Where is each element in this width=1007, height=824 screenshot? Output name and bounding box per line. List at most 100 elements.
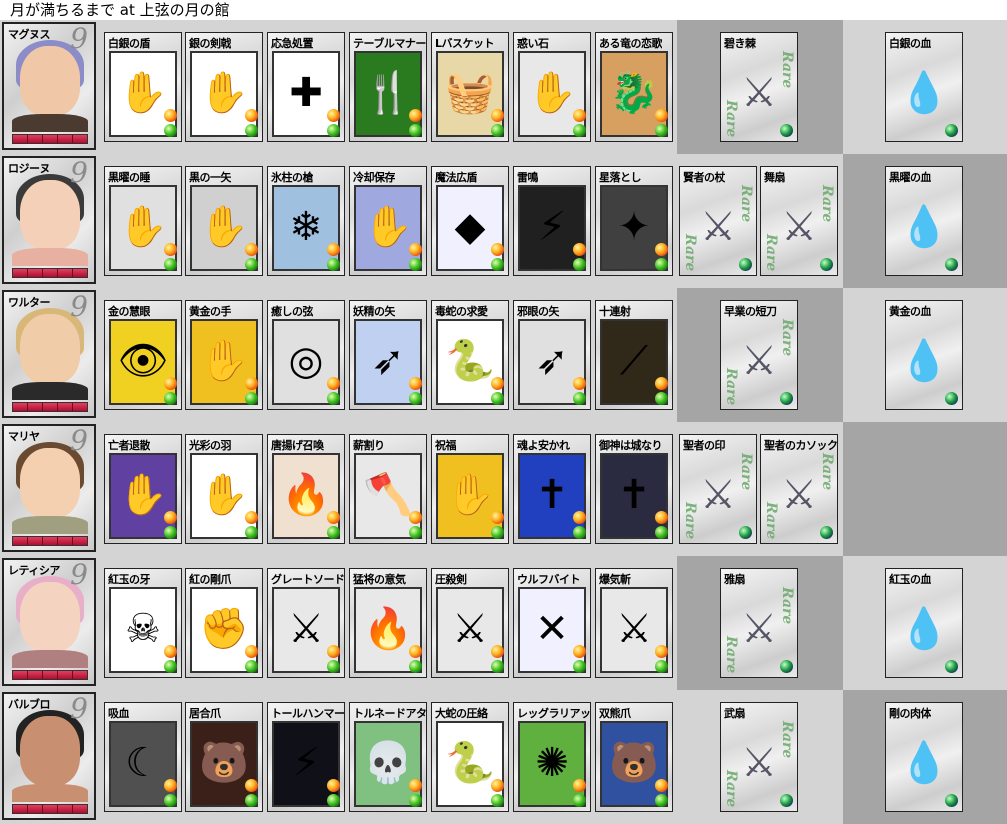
skill-card[interactable]: 双熊爪 🐻 xyxy=(595,702,673,812)
blood-card-name: 白銀の血 xyxy=(889,37,931,50)
skill-card[interactable]: ウルフバイト ✕ xyxy=(513,568,591,678)
blood-card[interactable]: 黒曜の血 💧 xyxy=(885,166,963,276)
orange-gem-icon xyxy=(573,243,586,256)
skill-card[interactable]: 薪割り 🪓 xyxy=(349,434,427,544)
skill-card-name: 薪割り xyxy=(353,439,385,452)
skill-card[interactable]: 氷柱の槍 ❄ xyxy=(267,166,345,276)
skill-card[interactable]: トルネードアタック 💀 xyxy=(349,702,427,812)
hp-bar xyxy=(12,402,88,412)
skill-card-name: 邪眼の矢 xyxy=(517,305,559,318)
skill-card[interactable]: 紅玉の牙 ☠ xyxy=(104,568,182,678)
green-gem-icon xyxy=(327,124,340,137)
skill-card[interactable]: 白銀の盾 ✋ xyxy=(104,32,182,142)
blood-card[interactable]: 黄金の血 💧 xyxy=(885,300,963,410)
green-gem-icon xyxy=(409,392,422,405)
skill-card[interactable]: 十連射 ⟋ xyxy=(595,300,673,410)
skill-card[interactable]: テーブルマナー 🍴 xyxy=(349,32,427,142)
rare-items-section: 聖者の印 Rare Rare ⚔ 聖者のカソック Rare Rare ⚔ xyxy=(677,422,843,556)
skill-art-icon: 👁 xyxy=(117,338,169,384)
green-gem-icon xyxy=(655,526,668,539)
skill-card[interactable]: 黒の一矢 ✋ xyxy=(185,166,263,276)
skill-card[interactable]: 冷却保存 ✋ xyxy=(349,166,427,276)
blood-card-name: 剛の肉体 xyxy=(889,707,931,720)
skill-card-name: 黄金の手 xyxy=(189,305,231,318)
skill-card[interactable]: レッグラリアット ✺ xyxy=(513,702,591,812)
skill-card[interactable]: 居合爪 🐻 xyxy=(185,702,263,812)
blood-card[interactable]: 剛の肉体 💧 xyxy=(885,702,963,812)
character-portrait[interactable]: マグヌス 9 xyxy=(2,22,96,150)
rare-item-card[interactable]: 舞扇 Rare Rare ⚔ xyxy=(760,166,838,276)
rare-item-card[interactable]: 聖者の印 Rare Rare ⚔ xyxy=(679,434,757,544)
rare-item-name: 雅扇 xyxy=(724,573,745,586)
character-portrait[interactable]: マリヤ 9 xyxy=(2,424,96,552)
blood-section xyxy=(843,422,1007,556)
skill-card[interactable]: 惑い石 ✋ xyxy=(513,32,591,142)
skill-card[interactable]: 黄金の手 ✋ xyxy=(185,300,263,410)
skill-art-icon: ⚔ xyxy=(288,606,324,652)
skill-card[interactable]: 爆気斬 ⚔ xyxy=(595,568,673,678)
skill-card[interactable]: トールハンマー ⚡ xyxy=(267,702,345,812)
skill-card[interactable]: 吸血 ☾ xyxy=(104,702,182,812)
rare-item-card[interactable]: 碧き棘 Rare Rare ⚔ xyxy=(720,32,798,142)
skill-card[interactable]: 光彩の羽 ✋ xyxy=(185,434,263,544)
rare-item-card[interactable]: 雅扇 Rare Rare ⚔ xyxy=(720,568,798,678)
skill-card[interactable]: 大蛇の圧絡 🐍 xyxy=(431,702,509,812)
skill-card-name: 惑い石 xyxy=(517,37,549,50)
character-row: レティシア 9 紅玉の牙 ☠ 紅の剛爪 ✊ グレートソード ⚔ 猛将の意気 🔥 xyxy=(0,556,1007,690)
blood-section: 紅玉の血 💧 xyxy=(843,556,1007,690)
skill-card[interactable]: 紅の剛爪 ✊ xyxy=(185,568,263,678)
item-art-icon: ⚔ xyxy=(700,472,736,518)
skill-card[interactable]: ある竜の恋歌 🐉 xyxy=(595,32,673,142)
skill-card[interactable]: 毒蛇の求愛 🐍 xyxy=(431,300,509,410)
skill-card[interactable]: 妖精の矢 ➶ xyxy=(349,300,427,410)
skill-card[interactable]: 銀の剣戟 ✋ xyxy=(185,32,263,142)
skill-card[interactable]: 魂よ安かれ ✝ xyxy=(513,434,591,544)
character-row: バルブロ 9 吸血 ☾ 居合爪 🐻 トールハンマー ⚡ トルネードアタック 💀 xyxy=(0,690,1007,824)
orange-gem-icon xyxy=(409,511,422,524)
skill-card-name: 居合爪 xyxy=(189,707,221,720)
skill-card[interactable]: 魔法広盾 ◆ xyxy=(431,166,509,276)
skill-card-name: 大蛇の圧絡 xyxy=(435,707,488,720)
skill-card[interactable]: 星落とし ✦ xyxy=(595,166,673,276)
skill-card[interactable]: 黒曜の睡 ✋ xyxy=(104,166,182,276)
character-level: 9 xyxy=(70,156,88,189)
orange-gem-icon xyxy=(164,109,177,122)
skill-card[interactable]: 邪眼の矢 ➶ xyxy=(513,300,591,410)
rare-item-card[interactable]: 聖者のカソック Rare Rare ⚔ xyxy=(760,434,838,544)
character-portrait[interactable]: バルブロ 9 xyxy=(2,692,96,820)
blood-gem-icon: 💧 xyxy=(899,70,949,116)
skill-card-name: 双熊爪 xyxy=(599,707,631,720)
skill-card-name: 黒の一矢 xyxy=(189,171,231,184)
skill-card[interactable]: 応急処置 ✚ xyxy=(267,32,345,142)
green-gem-icon xyxy=(573,124,586,137)
skill-card[interactable]: Lバスケット 🧺 xyxy=(431,32,509,142)
character-portrait[interactable]: レティシア 9 xyxy=(2,558,96,686)
character-portrait[interactable]: ワルター 9 xyxy=(2,290,96,418)
green-gem-icon xyxy=(164,124,177,137)
skill-card-name: 星落とし xyxy=(599,171,641,184)
skill-card[interactable]: グレートソード ⚔ xyxy=(267,568,345,678)
character-portrait[interactable]: ロジーヌ 9 xyxy=(2,156,96,284)
skill-card[interactable]: 唐揚げ召喚 🔥 xyxy=(267,434,345,544)
skill-card[interactable]: 圧殺剣 ⚔ xyxy=(431,568,509,678)
blood-card[interactable]: 白銀の血 💧 xyxy=(885,32,963,142)
skill-card[interactable]: 祝福 ✋ xyxy=(431,434,509,544)
skill-card-name: 圧殺剣 xyxy=(435,573,467,586)
rare-item-card[interactable]: 武扇 Rare Rare ⚔ xyxy=(720,702,798,812)
skill-card[interactable]: 猛将の意気 🔥 xyxy=(349,568,427,678)
skill-card[interactable]: 雷鳴 ⚡ xyxy=(513,166,591,276)
skill-card[interactable]: 金の慧眼 👁 xyxy=(104,300,182,410)
skill-card-name: ウルフバイト xyxy=(517,573,580,586)
skill-art-icon: ✋ xyxy=(118,70,168,116)
skill-card[interactable]: 癒しの弦 ◎ xyxy=(267,300,345,410)
skill-card[interactable]: 亡者退散 ✋ xyxy=(104,434,182,544)
skill-card-name: 氷柱の槍 xyxy=(271,171,313,184)
blood-section: 白銀の血 💧 xyxy=(843,20,1007,154)
skill-card[interactable]: 御神は城なり ✝ xyxy=(595,434,673,544)
skills-section: マリヤ 9 亡者退散 ✋ 光彩の羽 ✋ 唐揚げ召喚 🔥 薪割り 🪓 祝福 ✋ 魂… xyxy=(0,422,677,556)
rare-item-card[interactable]: 賢者の杖 Rare Rare ⚔ xyxy=(679,166,757,276)
blood-card[interactable]: 紅玉の血 💧 xyxy=(885,568,963,678)
rare-item-card[interactable]: 早業の短刀 Rare Rare ⚔ xyxy=(720,300,798,410)
character-level: 9 xyxy=(70,692,88,725)
orange-gem-icon xyxy=(491,511,504,524)
